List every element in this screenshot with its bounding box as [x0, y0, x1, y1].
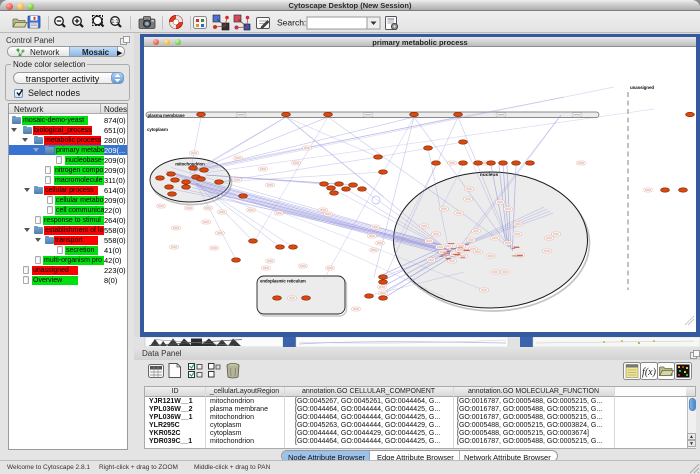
svg-text:unassigned: unassigned: [630, 85, 654, 90]
svg-text:1:1: 1:1: [112, 19, 119, 25]
svg-text:mitochondrion: mitochondrion: [175, 162, 205, 167]
svg-text:cytoplasm: cytoplasm: [147, 127, 168, 132]
svg-text:f(x): f(x): [642, 367, 657, 378]
svg-text:endoplasmic reticulum: endoplasmic reticulum: [260, 279, 306, 284]
svg-text:Search:: Search:: [277, 18, 306, 28]
svg-text:plasma membrane: plasma membrane: [148, 113, 186, 118]
